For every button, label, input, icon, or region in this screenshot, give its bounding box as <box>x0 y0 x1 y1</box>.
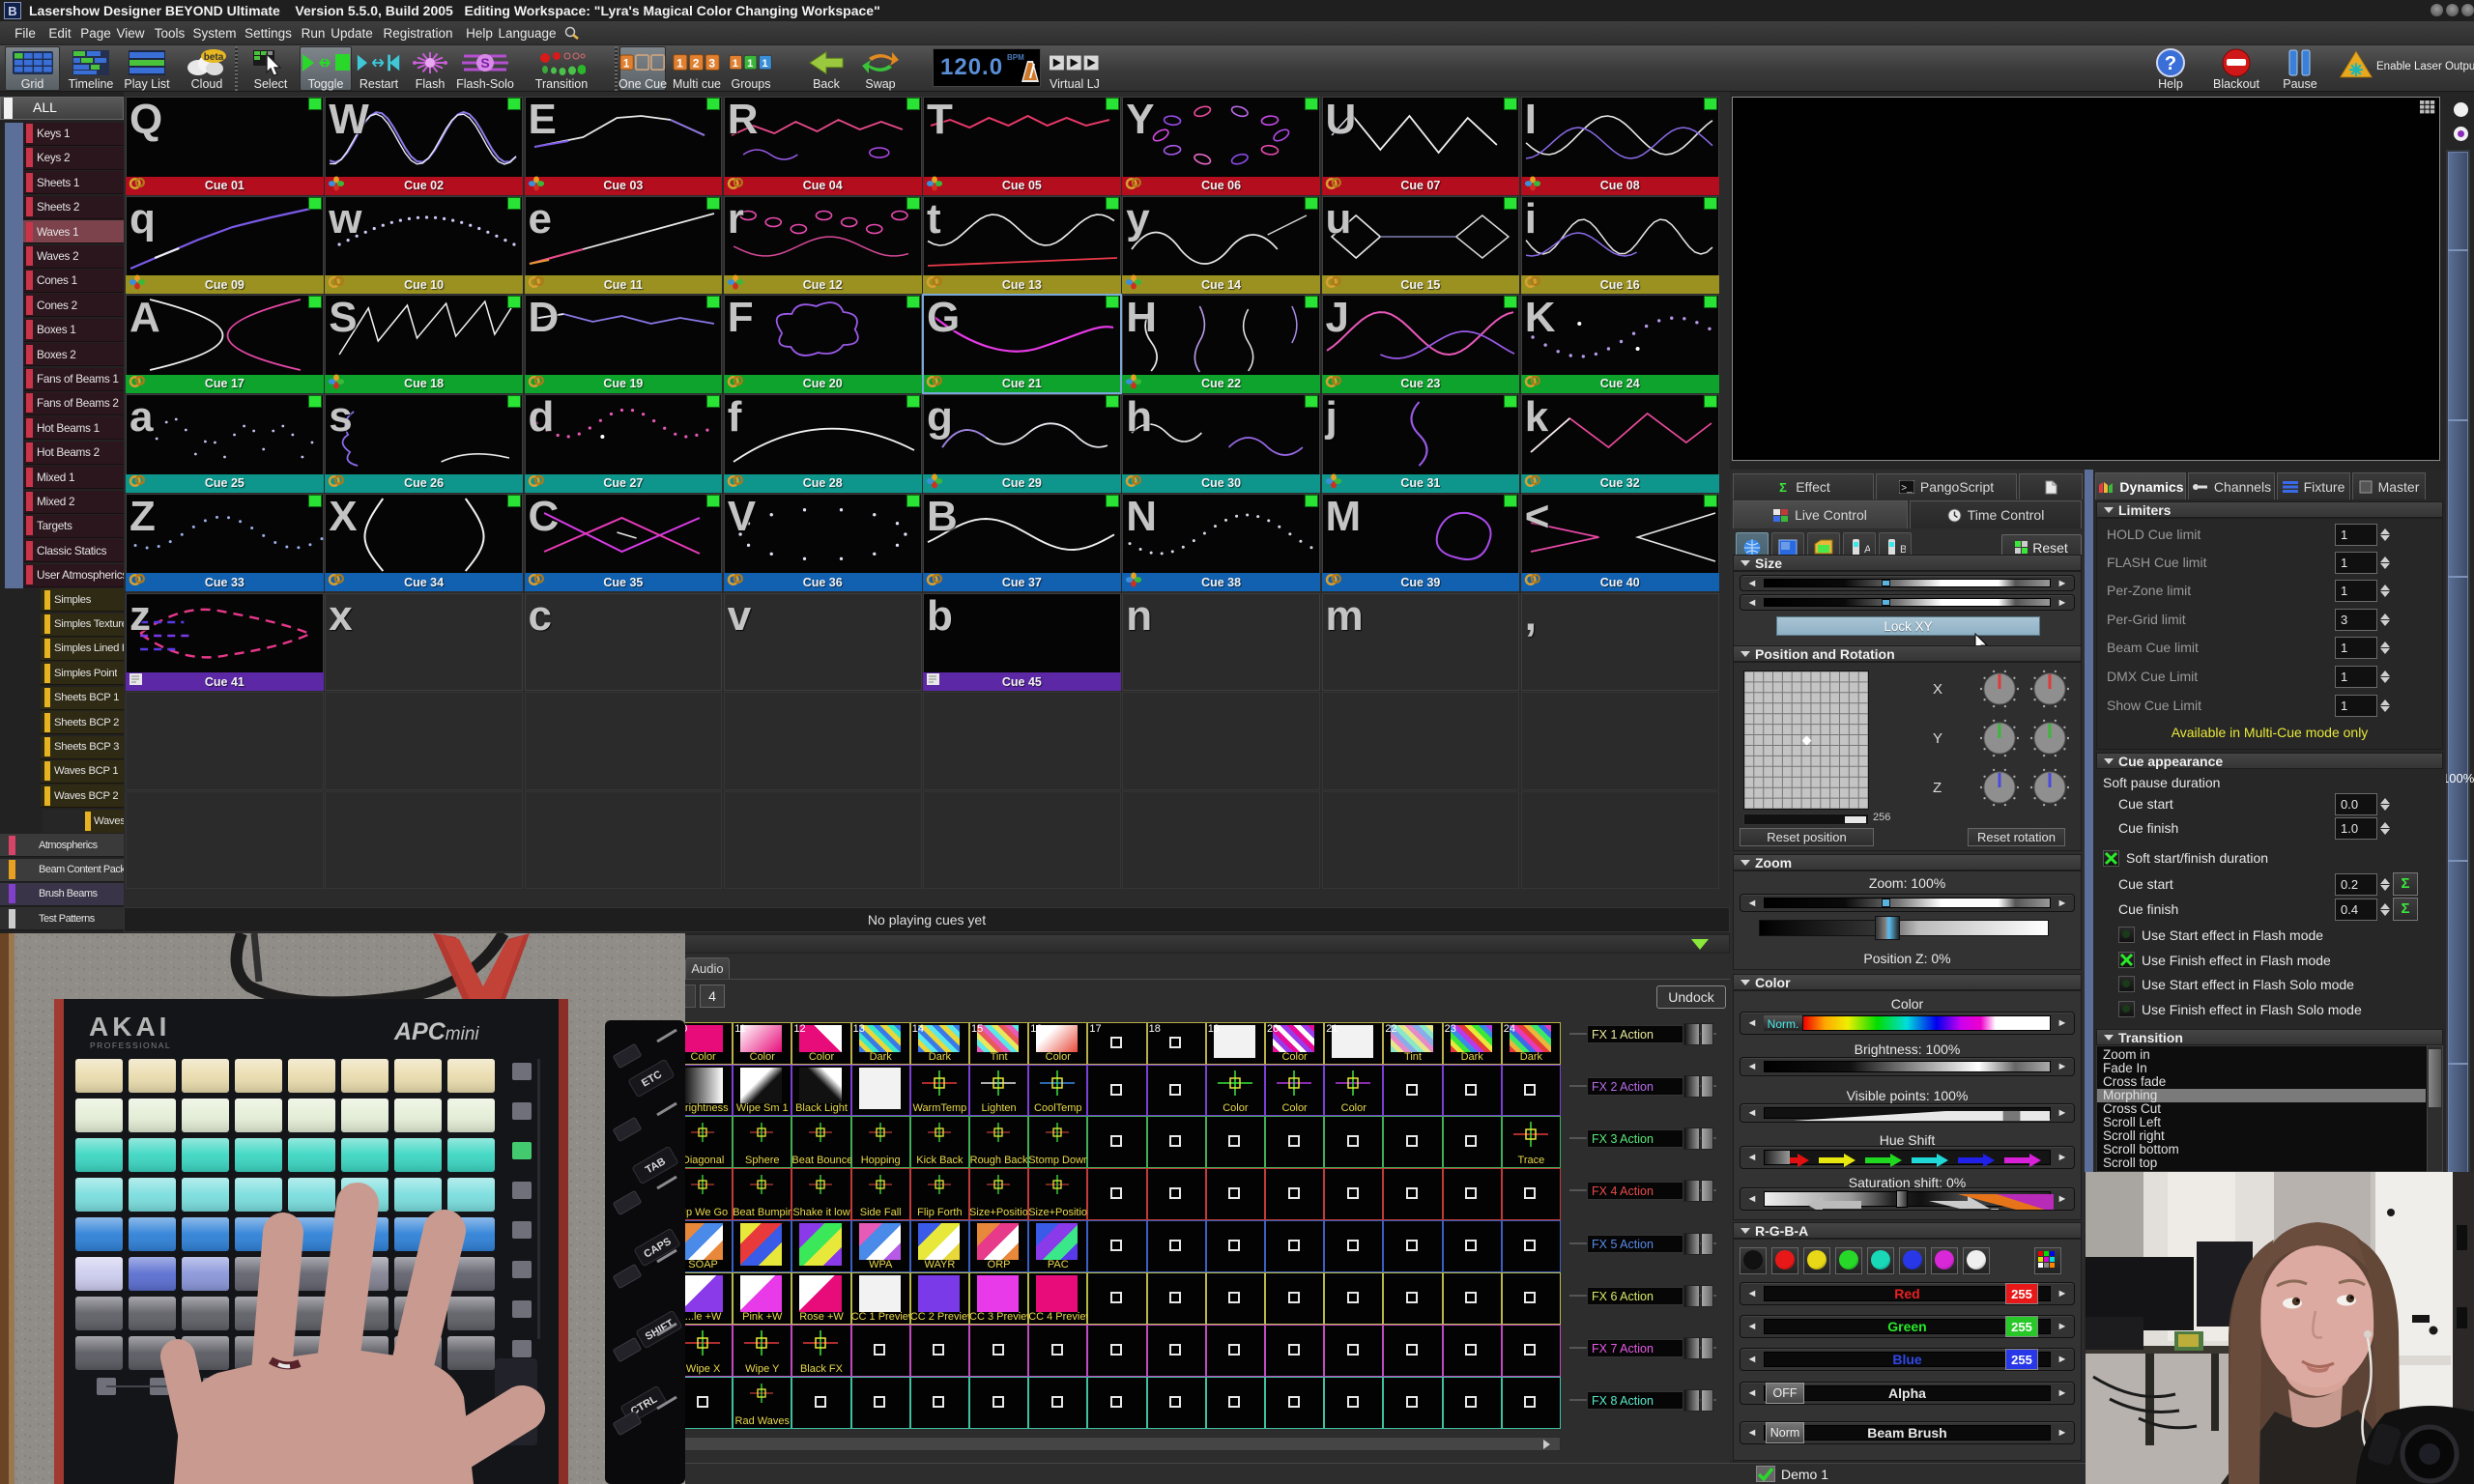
svg-text:1: 1 <box>762 58 767 70</box>
svg-text:Σ: Σ <box>1779 480 1787 494</box>
svg-text:1: 1 <box>623 58 630 70</box>
svg-text:B: B <box>1900 544 1906 556</box>
svg-text:AKAI: AKAI <box>89 1012 170 1042</box>
svg-text:S: S <box>480 55 489 71</box>
svg-text:>_: >_ <box>1901 483 1913 494</box>
svg-text:1: 1 <box>676 57 683 71</box>
svg-text:3: 3 <box>708 57 715 71</box>
svg-text:2: 2 <box>693 57 700 71</box>
svg-text:?: ? <box>2165 53 2176 74</box>
svg-text:beta: beta <box>204 52 224 63</box>
svg-text:1: 1 <box>747 58 753 70</box>
svg-text:PROFESSIONAL: PROFESSIONAL <box>90 1041 171 1050</box>
svg-text:A: A <box>1864 544 1870 556</box>
svg-text:1: 1 <box>733 58 738 70</box>
